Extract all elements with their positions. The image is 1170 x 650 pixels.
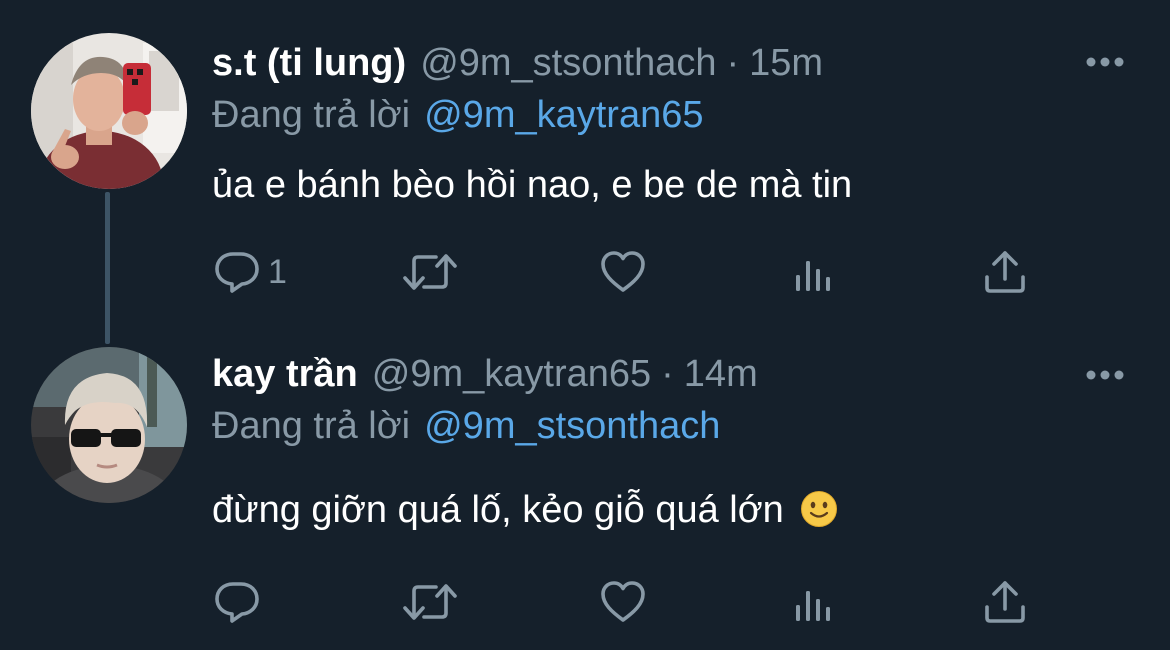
display-name[interactable]: kay trần [212, 347, 358, 401]
separator-dot: · [726, 42, 740, 84]
tweet-text-content: đừng giỡn quá lố, kẻo giỗ quá lớn [212, 489, 784, 531]
like-icon [601, 581, 645, 622]
like-button[interactable] [598, 245, 648, 299]
display-name[interactable]: s.t (ti lung) [212, 36, 406, 90]
thread-connector-line [105, 192, 110, 344]
avatar-photo [31, 33, 187, 189]
retweet-button[interactable] [402, 575, 458, 629]
replying-to: Đang trả lời @9m_stsonthach [212, 399, 720, 453]
reply-button[interactable] [212, 575, 268, 629]
user-handle[interactable]: @9m_kaytran65 [372, 347, 651, 401]
more-icon [1086, 57, 1124, 67]
retweet-button[interactable] [402, 245, 458, 299]
more-options-button[interactable] [1085, 52, 1125, 72]
like-icon [601, 251, 645, 292]
view-count-button[interactable] [792, 245, 836, 299]
tweet-text: đừng giỡn quá lố, kẻo giỗ quá lớn [212, 483, 838, 537]
replying-to-mention[interactable]: @9m_kaytran65 [424, 94, 703, 136]
user-handle[interactable]: @9m_stsonthach [420, 36, 716, 90]
views-icon [796, 261, 830, 291]
avatar-photo [31, 347, 187, 503]
timestamp[interactable]: 15m [749, 36, 823, 90]
replying-to: Đang trả lời @9m_kaytran65 [212, 88, 704, 142]
avatar[interactable] [31, 347, 187, 503]
more-options-button[interactable] [1085, 365, 1125, 385]
reply-icon [215, 252, 259, 293]
tweet[interactable]: kay trần @9m_kaytran65 · 14m Đang trả lờ… [0, 325, 1170, 650]
replying-to-mention[interactable]: @9m_stsonthach [424, 405, 720, 447]
tweet-actions [212, 575, 1042, 629]
reply-icon [215, 582, 259, 623]
reply-count: 1 [268, 252, 287, 291]
tweet[interactable]: s.t (ti lung) @9m_stsonthach · 15m Đang … [0, 0, 1170, 344]
tweet-text: ủa e bánh bèo hồi nao, e be de mà tin [212, 164, 853, 206]
reply-thread: s.t (ti lung) @9m_stsonthach · 15m Đang … [0, 0, 1170, 650]
replying-to-label: Đang trả lời [212, 94, 411, 136]
retweet-icon [403, 254, 457, 290]
tweet-header: s.t (ti lung) @9m_stsonthach · 15m [212, 36, 823, 90]
share-button[interactable] [980, 245, 1030, 299]
separator-dot: · [661, 353, 674, 395]
slightly-smiling-face-icon [801, 491, 838, 527]
retweet-icon [403, 584, 457, 620]
replying-to-label: Đang trả lời [212, 405, 411, 447]
tweet-header: kay trần @9m_kaytran65 · 14m [212, 347, 758, 401]
reply-button[interactable]: 1 [212, 245, 287, 299]
tweet-actions: 1 [212, 245, 1042, 299]
share-icon [985, 581, 1025, 623]
more-icon [1086, 370, 1124, 380]
avatar[interactable] [31, 33, 187, 189]
view-count-button[interactable] [792, 575, 836, 629]
views-icon [796, 591, 830, 621]
timestamp[interactable]: 14m [684, 347, 758, 401]
share-button[interactable] [980, 575, 1030, 629]
share-icon [985, 251, 1025, 293]
like-button[interactable] [598, 575, 648, 629]
